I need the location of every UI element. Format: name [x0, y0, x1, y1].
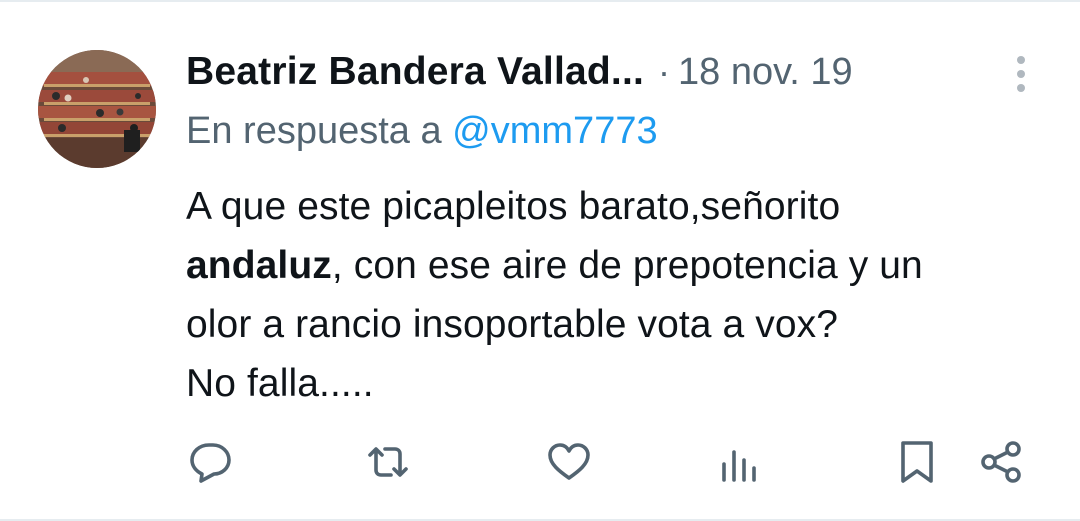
reply-context: En respuesta a @vmm7773 [186, 110, 658, 153]
tweet-body-bold: andaluz [186, 244, 332, 287]
tweet[interactable]: Beatriz Bandera Vallad... · 18 nov. 19 E… [0, 0, 1080, 521]
share-icon [981, 441, 1021, 483]
like-icon [548, 443, 590, 480]
reply-button[interactable] [187, 438, 235, 486]
views-icon [722, 450, 756, 482]
share-button[interactable] [977, 438, 1025, 486]
retweet-icon [368, 447, 408, 477]
separator-dot: · [658, 51, 671, 92]
bookmark-icon [901, 441, 933, 483]
tweet-body-line: andaluz, con ese aire de prepotencia y u… [186, 236, 1066, 295]
like-button[interactable] [545, 438, 593, 486]
views-button[interactable] [716, 438, 764, 486]
avatar[interactable] [38, 50, 156, 168]
tweet-body-line: No falla..... [186, 362, 374, 405]
more-vertical-icon [1017, 56, 1025, 92]
tweet-header: Beatriz Bandera Vallad... · 18 nov. 19 [186, 46, 853, 98]
reply-icon [190, 443, 231, 483]
tweet-body-text: , con ese aire de prepotencia y un [331, 244, 923, 287]
timestamp[interactable]: 18 nov. 19 [678, 51, 853, 94]
tweet-body: A que este picapleitos barato,señorito a… [186, 177, 1066, 413]
more-options-button[interactable] [1005, 52, 1037, 96]
reply-prefix: En respuesta a [186, 110, 442, 152]
tweet-body-line: olor a rancio insoportable vota a vox? [186, 303, 839, 346]
author-name[interactable]: Beatriz Bandera Vallad... [186, 50, 644, 94]
avatar-image [38, 50, 156, 168]
reply-handle-link[interactable]: @vmm7773 [452, 110, 657, 152]
retweet-button[interactable] [364, 438, 412, 486]
tweet-body-line: A que este picapleitos barato,señorito [186, 185, 841, 228]
bookmark-button[interactable] [893, 438, 941, 486]
